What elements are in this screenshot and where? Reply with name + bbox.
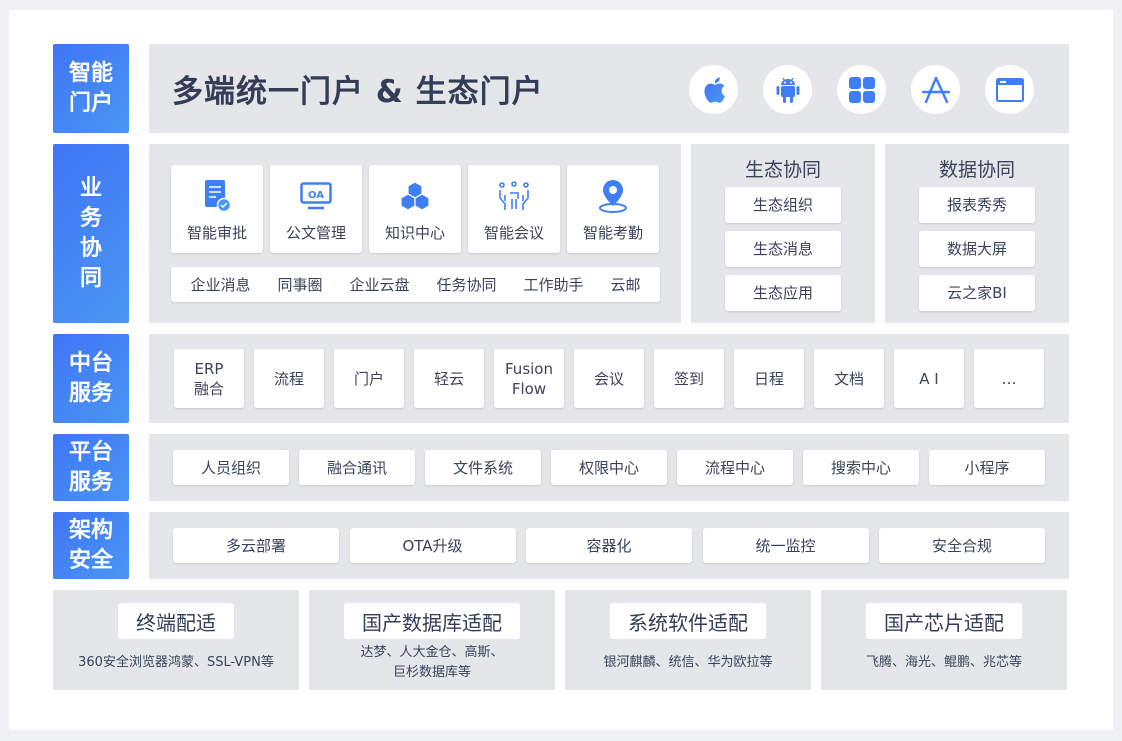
middle-service-tile[interactable]: 门户	[334, 349, 404, 408]
apple-button[interactable]	[689, 65, 738, 114]
middle-service-tile[interactable]: Fusion Flow	[494, 349, 564, 408]
svg-text:OA: OA	[308, 190, 324, 201]
middle-service-tile[interactable]: 流程	[254, 349, 324, 408]
app-meeting[interactable]: 智能会议	[468, 165, 560, 253]
apple-icon	[704, 76, 725, 103]
security-tile[interactable]: OTA升级	[349, 528, 516, 563]
security-tile[interactable]: 安全合规	[879, 528, 1045, 563]
platform-service-tile[interactable]: 人员组织	[173, 450, 289, 485]
adaptation-desc: 银河麒麟、统信、华为欧拉等	[603, 655, 773, 670]
middle-service-tile[interactable]: 签到	[654, 349, 724, 408]
data-item[interactable]: 报表秀秀	[919, 187, 1035, 223]
ecosystem-item[interactable]: 生态组织	[725, 187, 841, 223]
security-tile[interactable]: 统一监控	[702, 528, 869, 563]
platform-service-tile[interactable]: 流程中心	[677, 450, 793, 485]
web-button[interactable]	[985, 65, 1034, 114]
platform-service-tile[interactable]: 搜索中心	[803, 450, 919, 485]
app-approval[interactable]: 智能审批	[171, 165, 263, 253]
middle-service-tile[interactable]: 会议	[574, 349, 644, 408]
app-document[interactable]: OA 公文管理	[270, 165, 362, 253]
data-item[interactable]: 云之家BI	[919, 275, 1035, 311]
app-store-icon	[921, 76, 950, 103]
strip-item[interactable]: 工作助手	[523, 274, 583, 295]
approval-doc-icon	[205, 180, 231, 212]
row-label-portal: 智能门户	[53, 44, 129, 133]
middle-service-tile[interactable]: A I	[894, 349, 964, 408]
ecosystem-item[interactable]: 生态应用	[725, 275, 841, 311]
adaptation-title: 系统软件适配	[610, 603, 766, 639]
strip-item[interactable]: 企业消息	[190, 274, 250, 295]
collab-strip: 企业消息 同事圈 企业云盘 任务协同 工作助手 云邮	[171, 267, 660, 302]
oa-monitor-icon: OA	[300, 182, 332, 210]
strip-item[interactable]: 任务协同	[436, 274, 496, 295]
windows-button[interactable]	[837, 65, 886, 114]
security-tile[interactable]: 容器化	[526, 528, 692, 563]
middle-service-tile[interactable]: ERP 融合	[174, 349, 244, 408]
strip-item[interactable]: 企业云盘	[349, 274, 409, 295]
adaptation-desc: 360安全浏览器鸿蒙、SSL-VPN等	[78, 655, 274, 670]
data-item[interactable]: 数据大屏	[919, 231, 1035, 267]
adaptation-desc: 飞腾、海光、鲲鹏、兆芯等	[865, 655, 1022, 670]
row-label-middle: 中台服务	[53, 334, 129, 423]
row-label-platform: 平台服务	[53, 434, 129, 501]
adaptation-title: 国产芯片适配	[866, 603, 1022, 639]
data-title: 数据协同	[938, 159, 1015, 181]
platform-service-tile[interactable]: 文件系统	[425, 450, 541, 485]
meeting-icon	[499, 181, 529, 210]
row-label-business: 业务协同	[53, 144, 129, 323]
app-attendance[interactable]: 智能考勤	[567, 165, 659, 253]
windows-icon	[848, 76, 875, 103]
app-store-button[interactable]	[911, 65, 960, 114]
web-browser-icon	[995, 77, 1024, 102]
adaptation-desc: 达梦、人大金仓、高斯、 巨杉数据库等	[360, 645, 504, 680]
strip-item[interactable]: 云邮	[610, 274, 640, 295]
middle-service-tile[interactable]: 日程	[734, 349, 804, 408]
ecosystem-title: 生态协同	[744, 159, 821, 181]
row-label-security: 架构安全	[53, 512, 129, 579]
middle-service-tile[interactable]: 文档	[814, 349, 884, 408]
android-icon	[776, 77, 799, 103]
middle-service-tile[interactable]: …	[974, 349, 1044, 408]
cubes-icon	[400, 181, 430, 211]
ecosystem-item[interactable]: 生态消息	[725, 231, 841, 267]
android-button[interactable]	[763, 65, 812, 114]
platform-service-tile[interactable]: 小程序	[929, 450, 1045, 485]
app-knowledge[interactable]: 知识中心	[369, 165, 461, 253]
middle-service-tile[interactable]: 轻云	[414, 349, 484, 408]
platform-service-tile[interactable]: 融合通讯	[299, 450, 415, 485]
platform-service-tile[interactable]: 权限中心	[551, 450, 667, 485]
security-tile[interactable]: 多云部署	[173, 528, 339, 563]
location-pin-icon	[599, 180, 627, 213]
portal-title: 多端统一门户 & 生态门户	[172, 74, 544, 110]
adaptation-title: 终端配适	[118, 603, 234, 639]
strip-item[interactable]: 同事圈	[277, 274, 322, 295]
adaptation-title: 国产数据库适配	[344, 603, 520, 639]
